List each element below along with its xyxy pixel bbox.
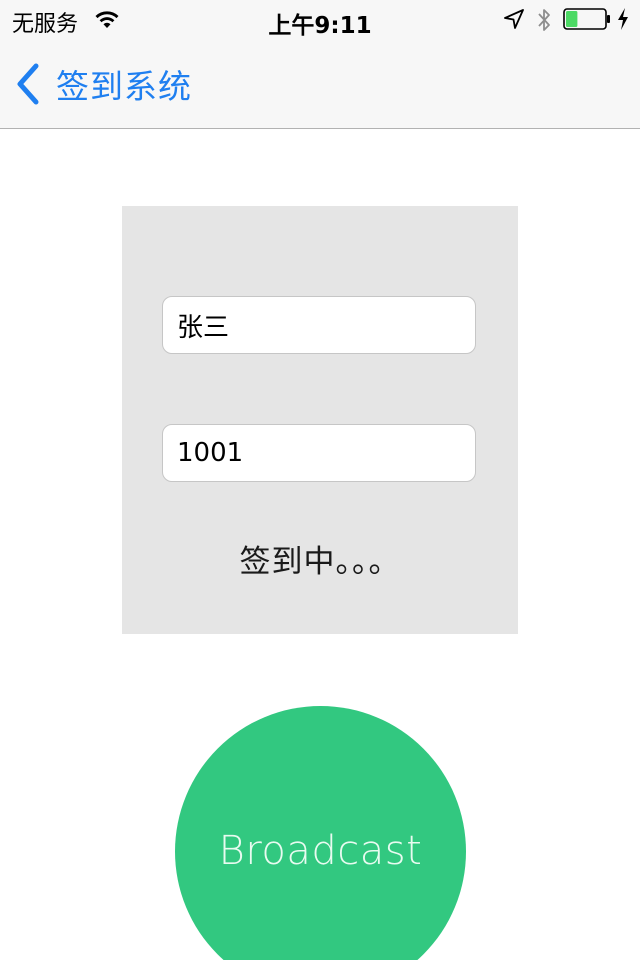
app-screen: 无服务 上午9:11 签到系统 张三 1001 签到中。。。 Broadcast xyxy=(0,0,640,960)
id-field[interactable] xyxy=(162,424,476,482)
name-field[interactable] xyxy=(162,296,476,354)
broadcast-button[interactable]: Broadcast xyxy=(175,706,466,960)
navigation-bar: 签到系统 xyxy=(0,40,640,129)
broadcast-button-label: Broadcast xyxy=(218,828,423,874)
sign-in-panel: 签到中。。。 xyxy=(122,206,518,634)
back-button[interactable]: 签到系统 xyxy=(14,60,192,108)
charging-icon xyxy=(618,8,628,30)
battery-icon xyxy=(563,8,610,30)
sign-in-status-text: 签到中。。。 xyxy=(239,544,401,580)
location-icon xyxy=(504,9,524,29)
back-button-label: 签到系统 xyxy=(56,67,192,106)
bluetooth-icon xyxy=(538,9,550,31)
status-bar: 无服务 上午9:11 xyxy=(0,0,640,40)
back-chevron-icon xyxy=(17,63,39,105)
